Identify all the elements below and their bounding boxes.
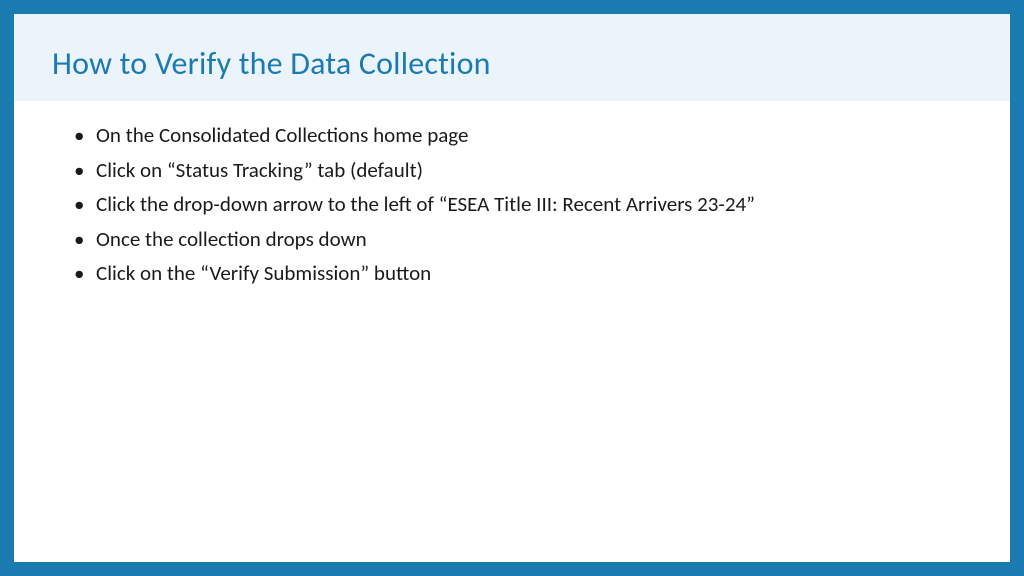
slide-header: How to Verify the Data Collection <box>14 14 1010 101</box>
slide-title: How to Verify the Data Collection <box>52 44 972 83</box>
bullet-list: On the Consolidated Collections home pag… <box>74 119 972 290</box>
list-item: Click the drop-down arrow to the left of… <box>74 188 972 221</box>
list-item: Click on the “Verify Submission” button <box>74 257 972 290</box>
list-item: On the Consolidated Collections home pag… <box>74 119 972 152</box>
list-item: Once the collection drops down <box>74 223 972 256</box>
list-item: Click on “Status Tracking” tab (default) <box>74 154 972 187</box>
slide-content: On the Consolidated Collections home pag… <box>14 101 1010 562</box>
slide-frame: How to Verify the Data Collection On the… <box>0 0 1024 576</box>
